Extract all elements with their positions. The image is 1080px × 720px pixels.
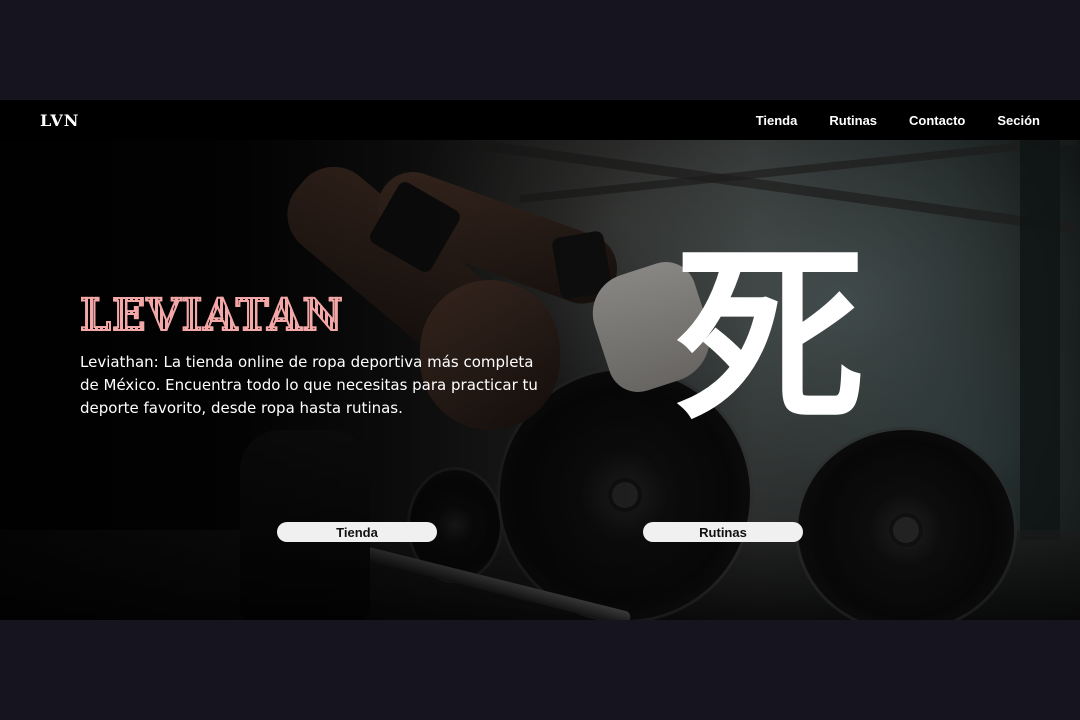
site-logo[interactable]: LVN [40, 111, 79, 130]
tienda-button[interactable]: Tienda [277, 522, 437, 542]
nav-link-contacto[interactable]: Contacto [909, 113, 965, 128]
nav-link-rutinas[interactable]: Rutinas [829, 113, 877, 128]
hero-title: LEVIATAN [79, 289, 344, 342]
page-frame-bottom [0, 620, 1080, 720]
top-navbar: LVN Tienda Rutinas Contacto Seción [0, 100, 1080, 140]
nav-link-sesion[interactable]: Seción [997, 113, 1040, 128]
website-viewport: LVN Tienda Rutinas Contacto Seción LEVIA… [0, 100, 1080, 620]
nav-link-tienda[interactable]: Tienda [756, 113, 798, 128]
hero-description: Leviathan: La tienda online de ropa depo… [80, 353, 538, 417]
rutinas-button[interactable]: Rutinas [643, 522, 803, 542]
kanji-emblem: 死 [674, 227, 865, 448]
page-frame-top [0, 0, 1080, 100]
nav-links: Tienda Rutinas Contacto Seción [756, 113, 1040, 128]
